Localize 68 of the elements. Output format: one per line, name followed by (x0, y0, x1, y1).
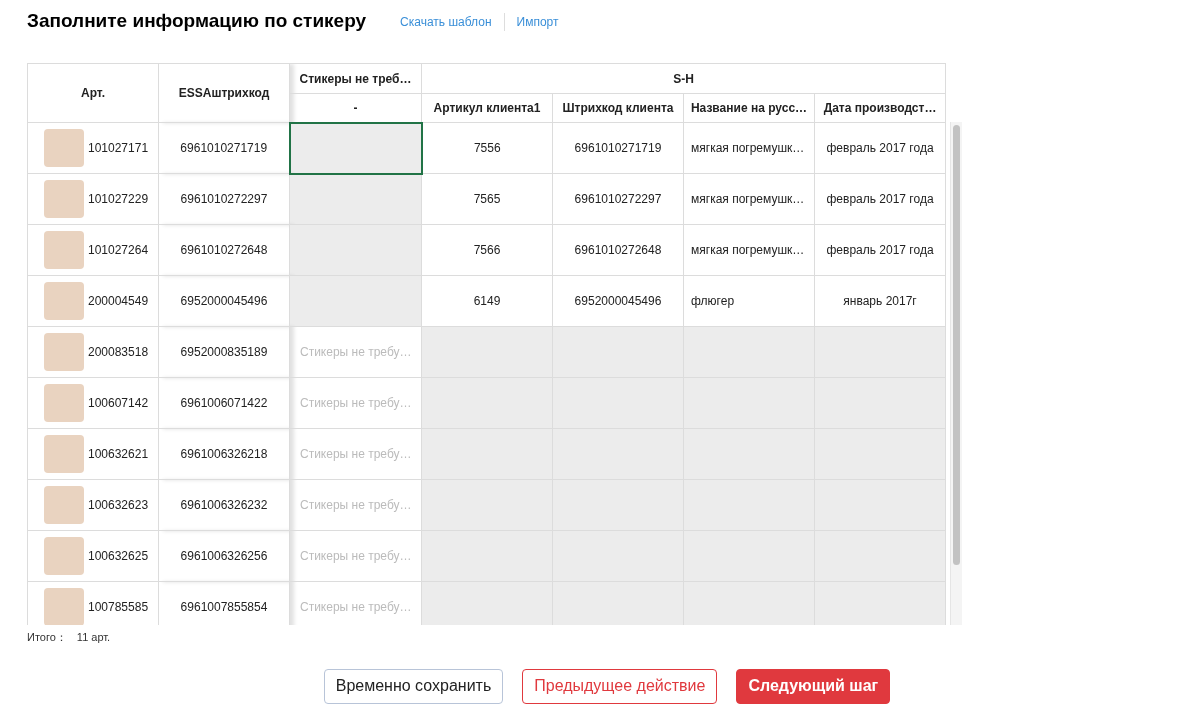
table-cell: 7556 (421, 122, 553, 174)
table-cell: Стикеры не требу… (289, 377, 422, 429)
table-cell: Стикеры не требу… (289, 530, 422, 582)
table-cell: 6961006071422 (158, 377, 290, 429)
article-number: 101027171 (88, 140, 149, 157)
header-link[interactable]: Скачать шаблон (400, 13, 504, 31)
photo-placeholder (44, 435, 84, 473)
table-cell: 6952000835189 (158, 326, 290, 378)
action-button[interactable]: Следующий шаг (736, 668, 891, 704)
table-cell: 6961010272297 (158, 173, 290, 225)
table-cell: 6961006326256 (158, 530, 290, 582)
page-title: Заполните информацию по стикеру (27, 9, 367, 33)
table-cell: Стикеры не требу… (289, 479, 422, 531)
total-label: Итого： (27, 630, 67, 645)
table-cell: 6952000045496 (158, 275, 290, 327)
article-number: 100632625 (88, 548, 149, 565)
article-number: 200083518 (88, 344, 149, 361)
column-header: Арт. (27, 63, 159, 123)
scrollbar-track[interactable] (950, 122, 962, 625)
photo-placeholder (44, 384, 84, 422)
total-value: 11 арт. (76, 630, 111, 645)
column-header: ESSAштрихкод (158, 63, 290, 123)
sticker-input-cell[interactable] (289, 122, 422, 174)
photo-placeholder (44, 282, 84, 320)
table-cell: мягкая погремушк… (683, 173, 815, 225)
table-cell: 6961010271719 (552, 122, 684, 174)
table-cell: февраль 2017 года (814, 173, 946, 225)
table-cell: 6952000045496 (552, 275, 684, 327)
column-header: Название на русс… (683, 93, 815, 123)
article-number: 101027229 (88, 191, 149, 208)
photo-placeholder (44, 129, 84, 167)
table-cell: 6961010272648 (552, 224, 684, 276)
table-cell: мягкая погремушк… (683, 224, 815, 276)
column-header: Артикул клиента1 (421, 93, 553, 123)
action-button[interactable]: Временно сохранить (323, 668, 504, 704)
article-number: 200004549 (88, 293, 149, 310)
photo-placeholder (44, 180, 84, 218)
photo-placeholder (44, 231, 84, 269)
scrollbar-thumb[interactable] (953, 125, 960, 565)
table-cell: 6961006326232 (158, 479, 290, 531)
column-header: Штрихкод клиента (552, 93, 684, 123)
photo-placeholder (44, 537, 84, 575)
table-cell: январь 2017г (814, 275, 946, 327)
table-cell: Стикеры не требу… (289, 428, 422, 480)
table-cell: 6961006326218 (158, 428, 290, 480)
group-header: S-H (421, 63, 946, 94)
table-cell: мягкая погремушк… (683, 122, 815, 174)
table-cell: флюгер (683, 275, 815, 327)
table-cell: Стикеры не требу… (289, 326, 422, 378)
table-cell: 6149 (421, 275, 553, 327)
action-button[interactable]: Предыдущее действие (522, 668, 718, 704)
photo-placeholder (44, 333, 84, 371)
table-cell: 6961010272648 (158, 224, 290, 276)
photo-placeholder (44, 486, 84, 524)
column-header: Стикеры не треб… (289, 63, 422, 94)
article-number: 100607142 (88, 395, 149, 412)
table-cell: 7566 (421, 224, 553, 276)
table-cell: 6961010272297 (552, 173, 684, 225)
photo-placeholder (44, 588, 84, 625)
article-number: 101027264 (88, 242, 149, 259)
article-number: 100785585 (88, 599, 149, 616)
table-cell: 7565 (421, 173, 553, 225)
article-number: 100632621 (88, 446, 149, 463)
table-cell: февраль 2017 года (814, 122, 946, 174)
table-cell: февраль 2017 года (814, 224, 946, 276)
header-link[interactable]: Импорт (503, 13, 571, 31)
column-header: Дата производст… (814, 93, 946, 123)
article-number: 100632623 (88, 497, 149, 514)
